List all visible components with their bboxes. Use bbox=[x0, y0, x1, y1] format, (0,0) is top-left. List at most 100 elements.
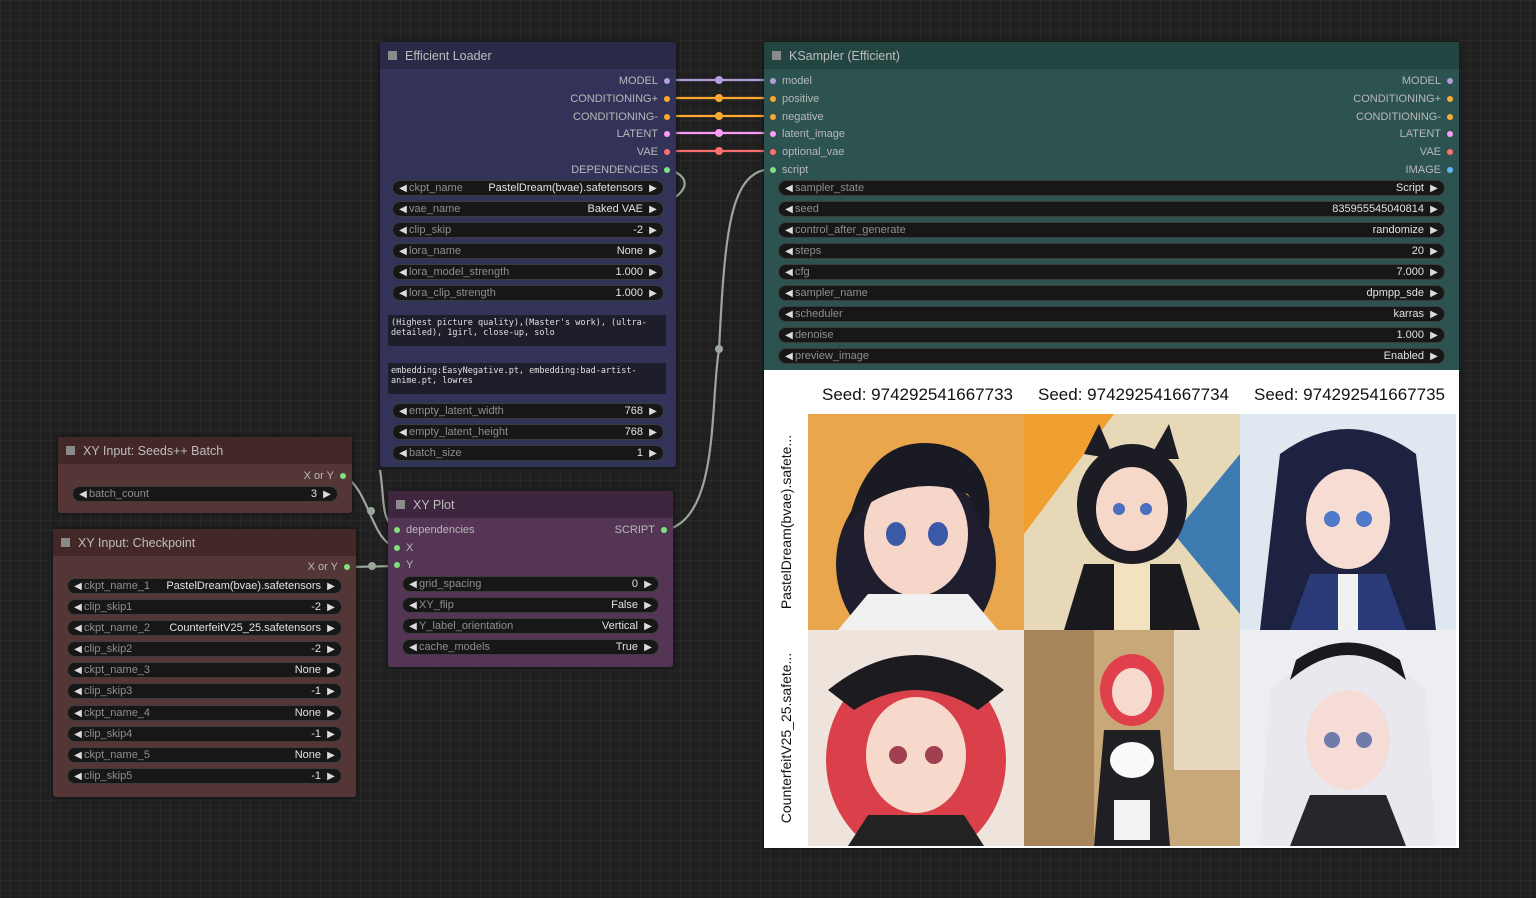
arrow-right-icon[interactable]: ▶ bbox=[647, 406, 659, 417]
efficient-loader-title[interactable]: Efficient Loader bbox=[380, 42, 676, 69]
arrow-right-icon[interactable]: ▶ bbox=[642, 642, 654, 653]
arrow-left-icon[interactable]: ◀ bbox=[397, 288, 409, 299]
xy-input-seeds-node[interactable]: XY Input: Seeds++ Batch X or Y ◀ batch_co… bbox=[58, 437, 352, 513]
arrow-left-icon[interactable]: ◀ bbox=[72, 644, 84, 655]
arrow-left-icon[interactable]: ◀ bbox=[783, 309, 795, 320]
port-dot-icon[interactable] bbox=[770, 95, 776, 102]
arrow-right-icon[interactable]: ▶ bbox=[647, 204, 659, 215]
widget-clip-skip[interactable]: ◀ clip_skip -2 ▶ bbox=[392, 222, 664, 238]
arrow-right-icon[interactable]: ▶ bbox=[1428, 246, 1440, 257]
arrow-left-icon[interactable]: ◀ bbox=[72, 771, 84, 782]
arrow-left-icon[interactable]: ◀ bbox=[783, 330, 795, 341]
collapse-square-icon[interactable] bbox=[388, 51, 397, 60]
widget-preview-image[interactable]: ◀ preview_image Enabled ▶ bbox=[778, 348, 1445, 364]
arrow-left-icon[interactable]: ◀ bbox=[407, 621, 419, 632]
port-dot-icon[interactable] bbox=[344, 563, 350, 570]
input-negative[interactable]: negative bbox=[770, 108, 824, 125]
port-dot-icon[interactable] bbox=[1447, 130, 1453, 137]
widget-control-after-generate[interactable]: ◀ control_after_generate randomize ▶ bbox=[778, 222, 1445, 238]
input-script[interactable]: script bbox=[770, 161, 808, 178]
arrow-left-icon[interactable]: ◀ bbox=[397, 246, 409, 257]
port-dot-icon[interactable] bbox=[664, 166, 670, 173]
arrow-left-icon[interactable]: ◀ bbox=[783, 225, 795, 236]
widget-lora-clip-strength[interactable]: ◀ lora_clip_strength 1.000 ▶ bbox=[392, 285, 664, 301]
output-x-or-y[interactable]: X or Y bbox=[308, 558, 350, 575]
arrow-right-icon[interactable]: ▶ bbox=[647, 427, 659, 438]
output-conditioning-plus[interactable]: CONDITIONING+ bbox=[1353, 90, 1453, 107]
port-dot-icon[interactable] bbox=[394, 526, 400, 533]
xy-checkpoint-title[interactable]: XY Input: Checkpoint bbox=[53, 529, 356, 556]
arrow-left-icon[interactable]: ◀ bbox=[397, 204, 409, 215]
arrow-left-icon[interactable]: ◀ bbox=[397, 406, 409, 417]
arrow-left-icon[interactable]: ◀ bbox=[783, 183, 795, 194]
arrow-left-icon[interactable]: ◀ bbox=[397, 267, 409, 278]
arrow-left-icon[interactable]: ◀ bbox=[783, 351, 795, 362]
port-dot-icon[interactable] bbox=[664, 95, 670, 102]
arrow-right-icon[interactable]: ▶ bbox=[1428, 225, 1440, 236]
widget-grid-spacing[interactable]: ◀ grid_spacing 0 ▶ bbox=[402, 576, 659, 592]
arrow-right-icon[interactable]: ▶ bbox=[647, 267, 659, 278]
output-latent[interactable]: LATENT bbox=[1400, 125, 1453, 142]
collapse-square-icon[interactable] bbox=[772, 51, 781, 60]
arrow-right-icon[interactable]: ▶ bbox=[325, 750, 337, 761]
output-model[interactable]: MODEL bbox=[1402, 72, 1453, 89]
widget-clip-skip3[interactable]: ◀ clip_skip3 -1 ▶ bbox=[67, 683, 342, 699]
negative-prompt-textarea[interactable]: embedding:EasyNegative.pt, embedding:bad… bbox=[388, 363, 666, 394]
widget-seed[interactable]: ◀ seed 835955545040814 ▶ bbox=[778, 201, 1445, 217]
widget-vae-name[interactable]: ◀ vae_name Baked VAE ▶ bbox=[392, 201, 664, 217]
port-dot-icon[interactable] bbox=[1447, 148, 1453, 155]
input-y[interactable]: Y bbox=[394, 556, 413, 573]
widget-steps[interactable]: ◀ steps 20 ▶ bbox=[778, 243, 1445, 259]
arrow-right-icon[interactable]: ▶ bbox=[647, 183, 659, 194]
ksampler-title[interactable]: KSampler (Efficient) bbox=[764, 42, 1459, 69]
arrow-left-icon[interactable]: ◀ bbox=[72, 623, 84, 634]
widget-clip-skip1[interactable]: ◀ clip_skip1 -2 ▶ bbox=[67, 599, 342, 615]
widget-ckpt-name-1[interactable]: ◀ ckpt_name_1 PastelDream(bvae).safetensor… bbox=[67, 578, 342, 594]
input-dependencies[interactable]: dependencies bbox=[394, 521, 475, 538]
arrow-left-icon[interactable]: ◀ bbox=[397, 225, 409, 236]
input-latent-image[interactable]: latent_image bbox=[770, 125, 845, 142]
output-script[interactable]: SCRIPT bbox=[615, 521, 667, 538]
port-dot-icon[interactable] bbox=[1447, 95, 1453, 102]
widget-y-label-orientation[interactable]: ◀ Y_label_orientation Vertical ▶ bbox=[402, 618, 659, 634]
arrow-left-icon[interactable]: ◀ bbox=[783, 267, 795, 278]
widget-empty-latent-width[interactable]: ◀ empty_latent_width 768 ▶ bbox=[392, 403, 664, 419]
widget-ckpt-name[interactable]: ◀ ckpt_name PastelDream(bvae).safetensors ▶ bbox=[392, 180, 664, 196]
xy-seeds-title[interactable]: XY Input: Seeds++ Batch bbox=[58, 437, 352, 464]
arrow-left-icon[interactable]: ◀ bbox=[397, 448, 409, 459]
port-dot-icon[interactable] bbox=[770, 148, 776, 155]
xy-input-checkpoint-node[interactable]: XY Input: Checkpoint X or Y ◀ ckpt_name_1… bbox=[53, 529, 356, 797]
output-conditioning-minus[interactable]: CONDITIONING- bbox=[1356, 108, 1453, 125]
port-dot-icon[interactable] bbox=[394, 561, 400, 568]
arrow-right-icon[interactable]: ▶ bbox=[325, 623, 337, 634]
widget-xy-flip[interactable]: ◀ XY_flip False ▶ bbox=[402, 597, 659, 613]
arrow-left-icon[interactable]: ◀ bbox=[77, 489, 89, 500]
arrow-right-icon[interactable]: ▶ bbox=[325, 644, 337, 655]
output-vae[interactable]: VAE bbox=[1420, 143, 1453, 160]
arrow-left-icon[interactable]: ◀ bbox=[72, 665, 84, 676]
arrow-left-icon[interactable]: ◀ bbox=[783, 204, 795, 215]
port-dot-icon[interactable] bbox=[1447, 77, 1453, 84]
arrow-left-icon[interactable]: ◀ bbox=[397, 183, 409, 194]
arrow-right-icon[interactable]: ▶ bbox=[325, 581, 337, 592]
port-dot-icon[interactable] bbox=[661, 526, 667, 533]
output-vae[interactable]: VAE bbox=[637, 143, 670, 160]
port-dot-icon[interactable] bbox=[394, 544, 400, 551]
input-optional-vae[interactable]: optional_vae bbox=[770, 143, 844, 160]
arrow-left-icon[interactable]: ◀ bbox=[72, 686, 84, 697]
port-dot-icon[interactable] bbox=[664, 77, 670, 84]
arrow-right-icon[interactable]: ▶ bbox=[642, 579, 654, 590]
output-x-or-y[interactable]: X or Y bbox=[304, 467, 346, 484]
output-conditioning-plus[interactable]: CONDITIONING+ bbox=[570, 90, 670, 107]
widget-batch-count[interactable]: ◀ batch_count 3 ▶ bbox=[72, 486, 338, 502]
arrow-right-icon[interactable]: ▶ bbox=[325, 602, 337, 613]
output-latent[interactable]: LATENT bbox=[617, 125, 670, 142]
port-dot-icon[interactable] bbox=[1447, 113, 1453, 120]
arrow-right-icon[interactable]: ▶ bbox=[1428, 330, 1440, 341]
input-model[interactable]: model bbox=[770, 72, 812, 89]
output-dependencies[interactable]: DEPENDENCIES bbox=[571, 161, 670, 178]
arrow-left-icon[interactable]: ◀ bbox=[407, 600, 419, 611]
arrow-right-icon[interactable]: ▶ bbox=[647, 288, 659, 299]
arrow-right-icon[interactable]: ▶ bbox=[1428, 183, 1440, 194]
arrow-left-icon[interactable]: ◀ bbox=[72, 581, 84, 592]
